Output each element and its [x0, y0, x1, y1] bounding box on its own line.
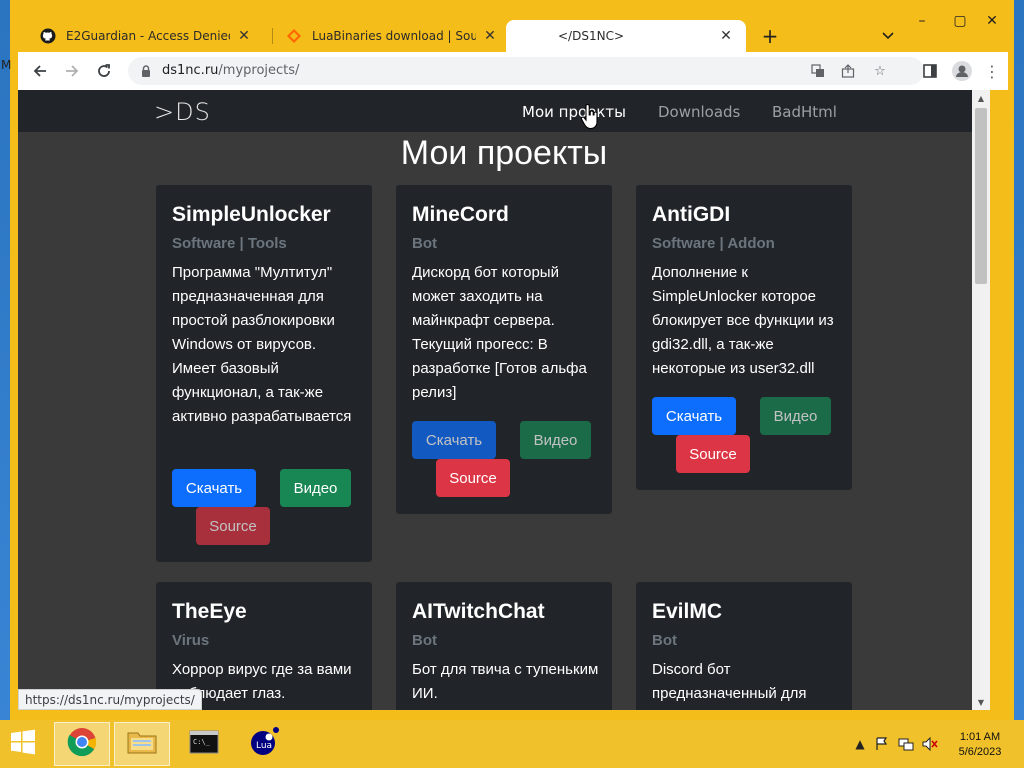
site-brand[interactable]: >DS — [154, 98, 211, 126]
sourceforge-icon — [286, 28, 302, 44]
volume-muted-icon[interactable] — [922, 736, 938, 752]
source-button[interactable]: Source — [196, 507, 270, 545]
project-card-evilmc: EvilMC Bot Discord бот предназначенный д… — [636, 582, 852, 710]
card-title: TheEye — [172, 600, 247, 623]
card-text: Бот для твича с тупеньким ИИ. — [412, 661, 599, 702]
video-button[interactable]: Видео — [520, 421, 591, 459]
windows-logo-icon — [10, 729, 36, 759]
new-tab-button[interactable]: + — [758, 24, 782, 48]
nav-link-badhtml[interactable]: BadHtml — [772, 103, 837, 121]
chrome-icon — [67, 727, 97, 761]
tab-separator — [272, 28, 273, 44]
card-title: SimpleUnlocker — [172, 203, 331, 226]
github-icon — [40, 28, 56, 44]
edge-letter: M — [1, 58, 12, 72]
svg-text:Lua: Lua — [256, 741, 272, 751]
taskbar-file-explorer[interactable] — [114, 722, 170, 766]
folder-icon — [127, 729, 157, 759]
taskbar-lua[interactable]: Lua — [236, 722, 292, 766]
url-host: ds1nc.ru — [162, 63, 219, 78]
taskbar-cmd[interactable]: C:\_ — [176, 722, 232, 766]
tab-luabinaries[interactable]: LuaBinaries download | SourceFo ✕ — [274, 20, 510, 52]
tab-title: LuaBinaries download | SourceFo — [312, 29, 476, 43]
source-button[interactable]: Source — [436, 459, 510, 497]
lock-icon[interactable] — [138, 63, 154, 79]
translate-icon[interactable] — [808, 61, 828, 81]
taskbar: C:\_ Lua ▲ 1:01 AM 5/6/2023 — [0, 720, 1024, 768]
download-button[interactable]: Скачать — [412, 421, 496, 459]
start-button[interactable] — [6, 728, 40, 760]
scroll-down-arrow-icon[interactable]: ▼ — [972, 694, 990, 710]
video-button[interactable]: Видео — [280, 469, 351, 507]
page-scrollbar[interactable]: ▲ ▼ — [972, 90, 990, 710]
browser-toolbar: ds1nc.ru/myprojects/ ☆ ⋮ — [18, 52, 1008, 90]
blank-favicon — [518, 28, 534, 44]
lua-icon: Lua — [249, 727, 279, 761]
tab-e2guardian[interactable]: E2Guardian - Access Denied ✕ — [28, 20, 264, 52]
terminal-icon: C:\_ — [189, 730, 219, 758]
close-tab-icon[interactable]: ✕ — [482, 28, 498, 44]
clock-date: 5/6/2023 — [958, 746, 1002, 758]
nav-link-downloads[interactable]: Downloads — [658, 103, 740, 121]
card-subtitle: Bot — [412, 235, 437, 252]
card-subtitle: Bot — [412, 632, 437, 649]
scrollbar-thumb[interactable] — [975, 108, 987, 284]
tab-title: E2Guardian - Access Denied — [66, 29, 230, 43]
profile-avatar-icon[interactable] — [950, 59, 974, 83]
show-hidden-icons-icon[interactable]: ▲ — [852, 736, 868, 752]
scroll-up-arrow-icon[interactable]: ▲ — [972, 90, 990, 106]
forward-icon[interactable] — [60, 59, 84, 83]
card-subtitle: Software | Tools — [172, 235, 287, 252]
system-clock[interactable]: 1:01 AM 5/6/2023 — [950, 730, 1010, 760]
card-text: Программа "Мултитул" предназначенная для… — [172, 264, 352, 425]
card-subtitle: Bot — [652, 632, 677, 649]
tab-title: </DS1NC> — [558, 29, 624, 43]
tab-ds1nc[interactable]: </DS1NC> ✕ — [506, 20, 746, 52]
card-text: Дискорд бот который может заходить на ма… — [412, 264, 587, 401]
download-button[interactable]: Скачать — [652, 397, 736, 435]
network-icon[interactable] — [898, 736, 914, 752]
page-viewport: >DS Мои проекты Downloads BadHtml Мои пр… — [18, 90, 990, 710]
tab-strip: E2Guardian - Access Denied ✕ LuaBinaries… — [18, 20, 1008, 52]
close-tab-icon[interactable]: ✕ — [236, 28, 252, 44]
share-icon[interactable] — [838, 61, 858, 81]
nav-link-my-projects[interactable]: Мои проекты — [522, 103, 626, 121]
menu-kebab-icon[interactable]: ⋮ — [980, 59, 1004, 83]
clock-time: 1:01 AM — [959, 731, 1001, 743]
svg-text:C:\_: C:\_ — [193, 738, 211, 746]
url-path: /myprojects/ — [218, 63, 300, 78]
bookmark-star-icon[interactable]: ☆ — [870, 61, 890, 81]
card-title: AITwitchChat — [412, 600, 545, 623]
card-text: Дополнение к SimpleUnlocker которое блок… — [652, 264, 834, 377]
card-subtitle: Software | Addon — [652, 235, 775, 252]
card-subtitle: Virus — [172, 632, 210, 649]
back-icon[interactable] — [28, 59, 52, 83]
close-tab-icon[interactable]: ✕ — [718, 28, 734, 44]
download-button[interactable]: Скачать — [172, 469, 256, 507]
project-card-minecord: MineCord Bot Дискорд бот который может з… — [396, 185, 612, 514]
source-button[interactable]: Source — [676, 435, 750, 473]
card-title: MineCord — [412, 203, 509, 226]
action-center-flag-icon[interactable] — [874, 736, 890, 752]
video-button[interactable]: Видео — [760, 397, 831, 435]
tab-search-button[interactable] — [876, 24, 900, 48]
mouse-cursor-icon — [580, 103, 600, 130]
page-title: Мои проекты — [400, 134, 608, 172]
card-title: AntiGDI — [652, 203, 731, 226]
reload-icon[interactable] — [92, 59, 116, 83]
side-panel-icon[interactable] — [918, 59, 942, 83]
address-bar[interactable]: ds1nc.ru/myprojects/ ☆ — [128, 57, 924, 85]
project-card-aitwitchchat: AITwitchChat Bot Бот для твича с тупеньк… — [396, 582, 612, 710]
status-url-bubble: https://ds1nc.ru/myprojects/ — [18, 689, 202, 710]
card-title: EvilMC — [652, 600, 723, 623]
project-card-antigdi: AntiGDI Software | Addon Дополнение к Si… — [636, 185, 852, 490]
site-navbar: >DS Мои проекты Downloads BadHtml — [18, 90, 990, 132]
url-text: ds1nc.ru/myprojects/ — [162, 63, 299, 78]
project-card-simpleunlocker: SimpleUnlocker Software | Tools Программ… — [156, 185, 372, 562]
taskbar-chrome[interactable] — [54, 722, 110, 766]
card-text: Discord бот предназначенный для — [652, 661, 807, 702]
